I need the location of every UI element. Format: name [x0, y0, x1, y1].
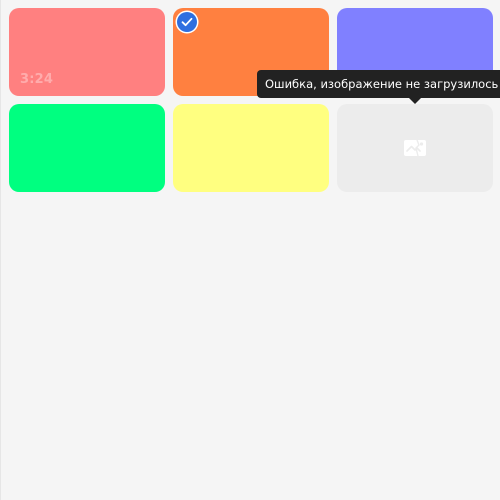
- video-duration-label: 3:24: [20, 72, 54, 87]
- media-gallery-page: 3:24 Ошибка, изображение не загрузилось: [0, 0, 500, 500]
- media-tile-6-broken[interactable]: [337, 104, 493, 192]
- selected-check-icon[interactable]: [177, 12, 197, 32]
- error-tooltip-text: Ошибка, изображение не загрузилось: [265, 77, 499, 91]
- media-tile-1[interactable]: 3:24: [9, 8, 165, 96]
- media-tile-4[interactable]: [9, 104, 165, 192]
- broken-image-icon: [403, 138, 427, 158]
- media-tile-5[interactable]: [173, 104, 329, 192]
- tooltip-arrow: [409, 98, 421, 104]
- media-grid: 3:24: [9, 8, 494, 192]
- error-tooltip: Ошибка, изображение не загрузилось: [257, 70, 500, 104]
